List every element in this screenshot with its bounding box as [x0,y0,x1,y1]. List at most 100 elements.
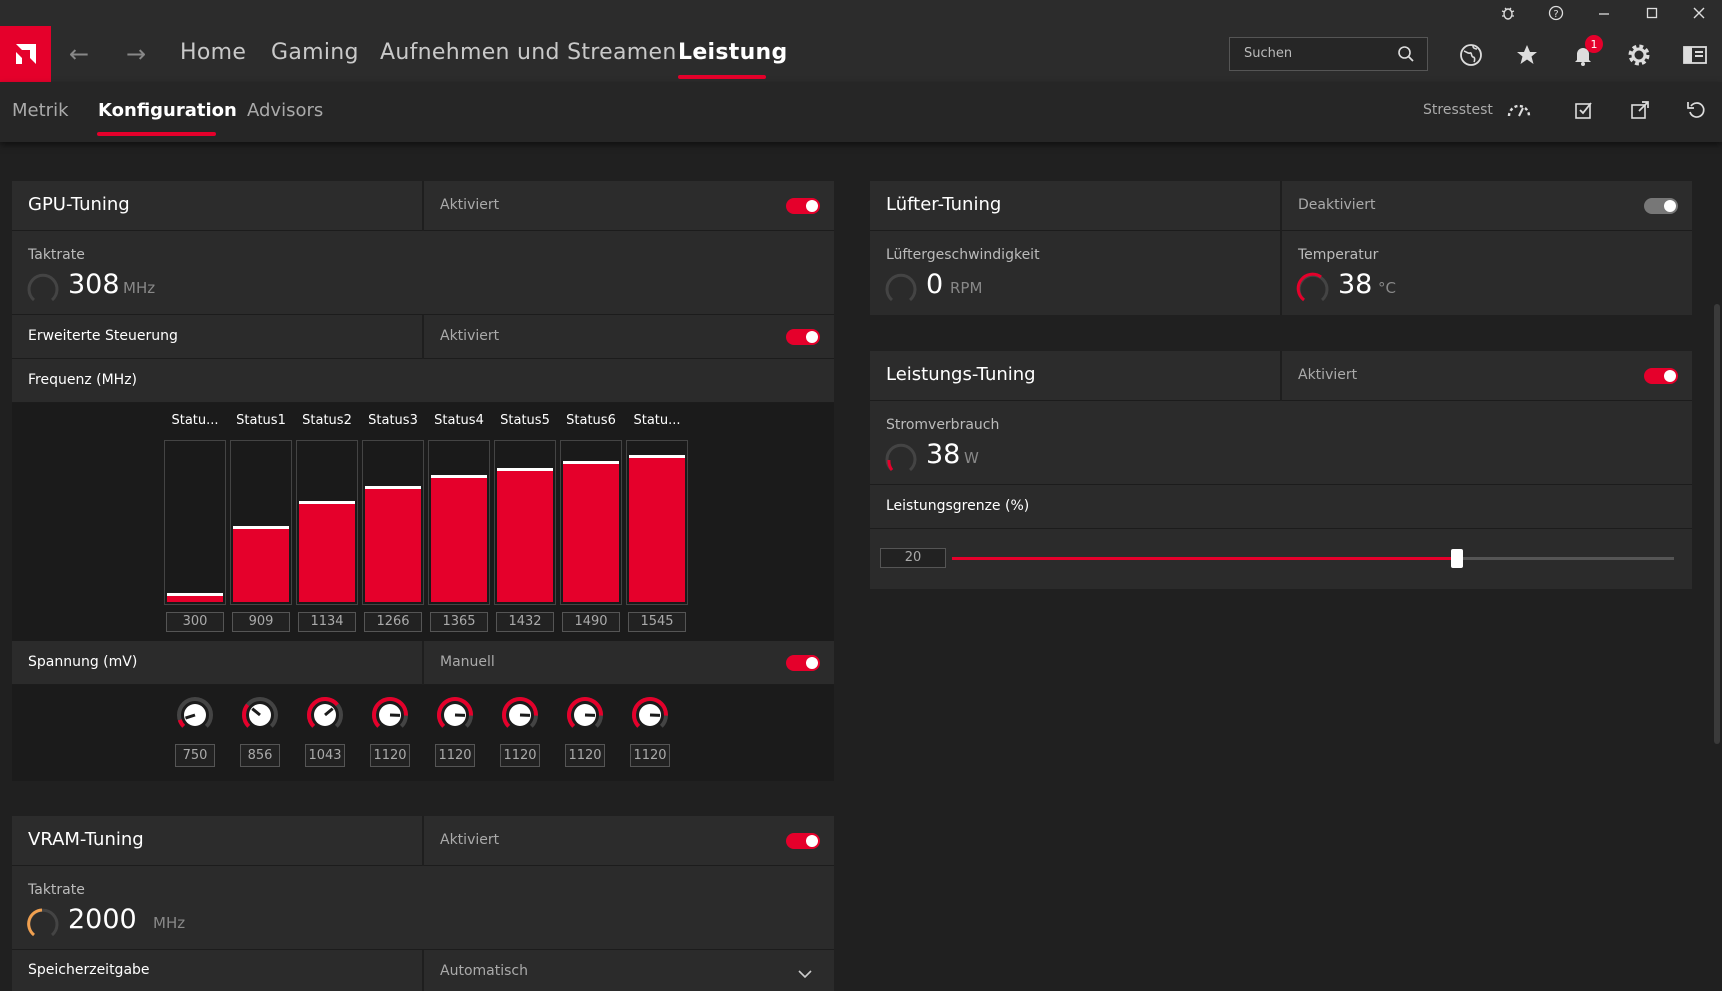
voltage-value-field[interactable]: 750 [175,744,215,767]
voltage-knob[interactable] [435,695,475,735]
frequency-value-field[interactable]: 1266 [364,612,422,632]
frequency-bar[interactable] [230,440,292,605]
apply-changes-icon[interactable] [1574,100,1594,124]
power-limit-slider-fill [952,557,1458,560]
reset-icon[interactable] [1686,100,1706,124]
export-icon[interactable] [1630,100,1650,124]
gpu-clock-value: 308 [68,269,120,300]
voltage-knob[interactable] [630,695,670,735]
memory-timing-row: Speicherzeitgabe Automatisch [12,950,834,991]
nav-home[interactable]: Home [180,40,246,65]
back-arrow-icon[interactable]: ← [64,40,94,68]
search-icon[interactable] [1397,45,1415,67]
close-icon[interactable] [1676,0,1722,26]
frequency-value-field[interactable]: 1490 [562,612,620,632]
nav-record-stream[interactable]: Aufnehmen und Streamen [380,40,677,65]
vram-tuning-panel: VRAM-Tuning Aktiviert Taktrate 2000 MHz … [12,816,834,991]
minimize-icon[interactable] [1581,0,1627,26]
voltage-value-field[interactable]: 1120 [500,744,540,767]
forward-arrow-icon[interactable]: → [121,40,151,68]
frequency-bar[interactable] [626,440,688,605]
frequency-bar-handle[interactable] [167,593,223,597]
temperature-unit: °C [1378,279,1396,297]
power-draw-label: Stromverbrauch [886,417,1000,433]
frequency-bar-fill [233,528,289,602]
stresstest-label[interactable]: Stresstest [1423,102,1493,118]
globe-icon[interactable] [1456,40,1486,70]
voltage-knob[interactable] [305,695,345,735]
fan-tuning-panel: Lüfter-Tuning Deaktiviert Lüftergeschwin… [870,181,1692,315]
frequency-bar[interactable] [494,440,556,605]
fan-speed-gauge-icon [885,273,917,302]
vram-clock-label: Taktrate [28,882,85,898]
frequency-bar-handle[interactable] [563,461,619,465]
voltage-knob[interactable] [175,695,215,735]
voltage-value-field[interactable]: 1120 [370,744,410,767]
frequency-value-field[interactable]: 1545 [628,612,686,632]
voltage-toggle[interactable] [786,655,820,671]
tab-advisors[interactable]: Advisors [247,100,323,121]
frequency-value-field[interactable]: 300 [166,612,224,632]
frequency-bar[interactable] [560,440,622,605]
gpu-tuning-toggle[interactable] [786,198,820,214]
title-bar: ? [0,0,1722,26]
fan-tuning-toggle[interactable] [1644,198,1678,214]
voltage-value-field[interactable]: 1120 [630,744,670,767]
vram-tuning-toggle[interactable] [786,833,820,849]
nav-gaming[interactable]: Gaming [271,40,359,65]
frequency-bar-handle[interactable] [629,455,685,459]
power-limit-value[interactable]: 20 [880,548,946,568]
voltage-value-field[interactable]: 1043 [305,744,345,767]
row-divider [422,315,424,359]
amd-logo-icon[interactable] [0,26,51,82]
help-icon[interactable]: ? [1533,0,1579,26]
frequency-bar-handle[interactable] [497,467,553,471]
state-label: Statu... [171,413,219,428]
frequency-bar-handle[interactable] [299,500,355,504]
power-tuning-toggle[interactable] [1644,368,1678,384]
frequency-value-field[interactable]: 1432 [496,612,554,632]
voltage-value-field[interactable]: 1120 [565,744,605,767]
state-label: Statu... [633,413,681,428]
fan-tuning-state: Deaktiviert [1298,197,1376,213]
power-limit-slider-track[interactable] [952,549,1674,568]
frequency-bar-handle[interactable] [365,486,421,490]
frequency-bar-fill [497,470,553,602]
frequency-bar[interactable] [164,440,226,605]
vertical-scrollbar[interactable] [1714,304,1720,744]
voltage-knob[interactable] [370,695,410,735]
frequency-value-field[interactable]: 909 [232,612,290,632]
advanced-control-toggle[interactable] [786,329,820,345]
voltage-value-field[interactable]: 1120 [435,744,475,767]
frequency-bar[interactable] [362,440,424,605]
frequency-bar-fill [299,503,355,602]
power-draw-gauge-icon [885,443,917,472]
tab-metrics[interactable]: Metrik [12,100,69,121]
sidebar-panel-icon[interactable] [1680,40,1710,70]
frequency-value-field[interactable]: 1365 [430,612,488,632]
chevron-down-icon[interactable] [798,964,812,983]
voltage-knob[interactable] [565,695,605,735]
frequency-row: Frequenz (MHz) [12,359,834,403]
bug-icon[interactable] [1485,0,1531,26]
frequency-bar[interactable] [428,440,490,605]
vram-tuning-title: VRAM-Tuning [28,829,144,850]
fan-speed-unit: RPM [950,279,983,297]
tab-configuration[interactable]: Konfiguration [98,100,237,121]
nav-performance[interactable]: Leistung [678,40,788,65]
voltage-knob[interactable] [500,695,540,735]
frequency-bar[interactable] [296,440,358,605]
star-icon[interactable] [1512,40,1542,70]
frequency-value-field[interactable]: 1134 [298,612,356,632]
frequency-bar-handle[interactable] [431,475,487,479]
frequency-bar-handle[interactable] [233,525,289,529]
stresstest-gauge-icon[interactable] [1506,100,1532,124]
gpu-clock-label: Taktrate [28,247,85,263]
maximize-icon[interactable] [1629,0,1675,26]
memory-timing-value[interactable]: Automatisch [440,963,528,979]
voltage-knob[interactable] [240,695,280,735]
power-limit-slider-thumb[interactable] [1451,549,1464,568]
voltage-value-field[interactable]: 856 [240,744,280,767]
gear-icon[interactable] [1624,40,1654,70]
vram-clock-value: 2000 [68,904,137,935]
